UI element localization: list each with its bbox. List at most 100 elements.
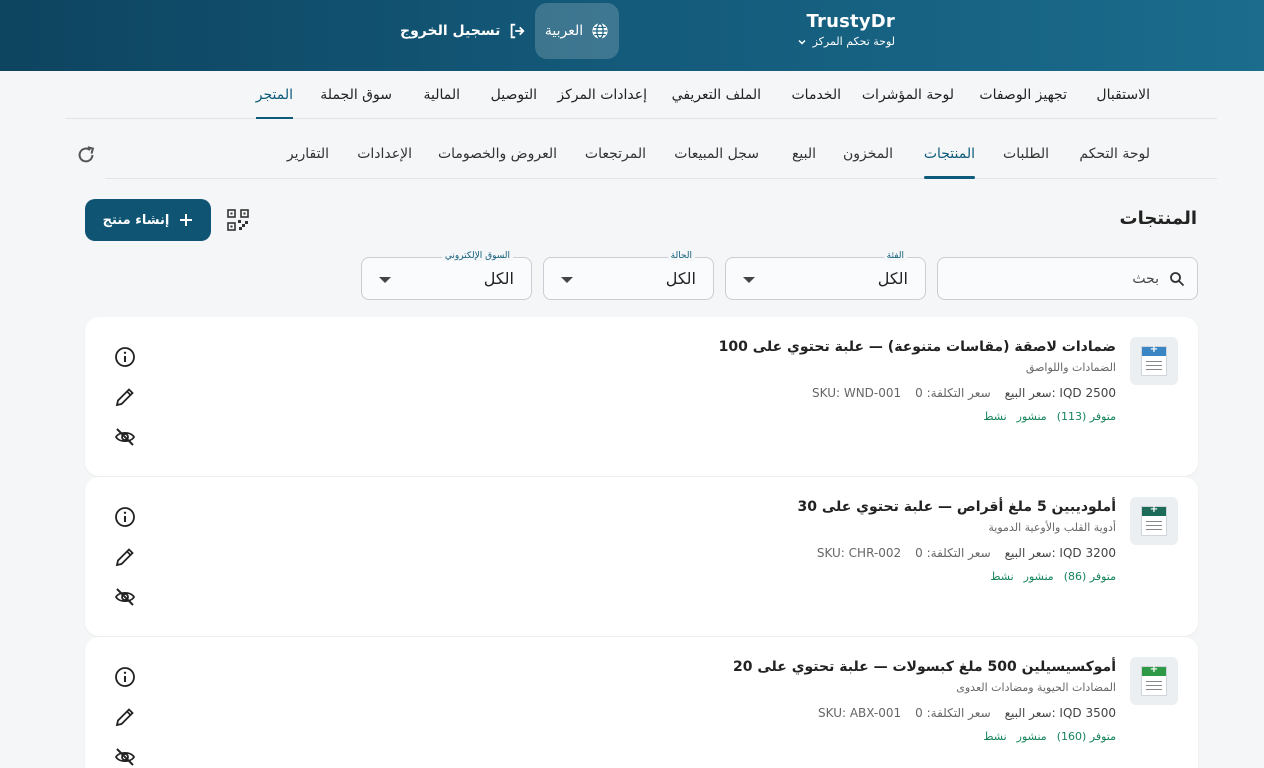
published-badge: منشور xyxy=(1023,570,1054,583)
search-input[interactable]: بحث xyxy=(937,257,1198,300)
search-icon xyxy=(1170,271,1185,286)
status-select[interactable]: الحالة الكل xyxy=(543,251,714,300)
active-badge: نشط xyxy=(983,410,1007,423)
product-name[interactable]: أملوديبين 5 ملغ أقراص — علبة تحتوي على 3… xyxy=(797,499,1116,515)
product-image xyxy=(1130,497,1178,545)
brand[interactable]: TrustyDr لوحة تحكم المركز xyxy=(793,11,895,48)
create-product-label: إنشاء منتج xyxy=(102,212,170,228)
active-badge: نشط xyxy=(983,730,1007,743)
edit-icon[interactable] xyxy=(114,386,136,408)
sub-tab-sales[interactable]: البيع xyxy=(792,131,816,178)
main-tab-center-settings[interactable]: إعدادات المركز xyxy=(557,71,647,119)
plus-icon xyxy=(180,214,193,226)
center-dropdown[interactable]: لوحة تحكم المركز xyxy=(793,35,895,48)
sub-tab-sales-log[interactable]: سجل المبيعات xyxy=(674,131,759,178)
product-category: أدوية القلب والأوعية الدموية xyxy=(988,521,1116,534)
product-name[interactable]: ضمادات لاصقة (مقاسات متنوعة) — علبة تحتو… xyxy=(719,339,1116,355)
chevron-down-icon xyxy=(798,39,806,45)
product-card[interactable]: أموكسيسيلين 500 ملغ كبسولات — علبة تحتوي… xyxy=(85,637,1198,768)
marketplace-select[interactable]: السوق الإلكتروني الكل xyxy=(361,251,532,300)
marketplace-label: السوق الإلكتروني xyxy=(441,251,513,261)
sub-nav: لوحة التحكم الطلبات المنتجات المخزون الب… xyxy=(105,131,1217,179)
product-image xyxy=(1130,657,1178,705)
caret-down-icon xyxy=(379,277,391,283)
info-icon[interactable] xyxy=(114,666,136,688)
main-tab-store[interactable]: المتجر xyxy=(255,71,294,119)
product-cost: سعر التكلفة: 0 xyxy=(915,706,991,720)
language-label: العربية xyxy=(544,23,584,39)
product-card[interactable]: ضمادات لاصقة (مقاسات متنوعة) — علبة تحتو… xyxy=(85,317,1198,476)
stock-badge: متوفر (86) xyxy=(1063,570,1116,583)
product-price: سعر البيع: IQD 3200 xyxy=(1004,546,1116,560)
status-label: الحالة xyxy=(667,251,695,261)
product-sku: SKU: WND-001 xyxy=(812,386,902,400)
visibility-off-icon[interactable] xyxy=(114,746,136,768)
visibility-off-icon[interactable] xyxy=(114,586,136,608)
edit-icon[interactable] xyxy=(114,546,136,568)
sub-tab-dashboard[interactable]: لوحة التحكم xyxy=(1079,131,1150,178)
brand-subtitle: لوحة تحكم المركز xyxy=(812,35,895,48)
category-value: الكل xyxy=(877,269,908,288)
product-image xyxy=(1130,337,1178,385)
sub-tab-orders[interactable]: الطلبات xyxy=(1003,131,1049,178)
caret-down-icon xyxy=(561,277,573,283)
main-tab-wholesale[interactable]: سوق الجملة xyxy=(320,71,392,119)
product-category: المضادات الحيوية ومضادات العدوى xyxy=(956,681,1116,694)
product-meta: سعر البيع: IQD 3200 سعر التكلفة: 0 SKU: … xyxy=(817,546,1116,560)
caret-down-icon xyxy=(743,277,755,283)
published-badge: منشور xyxy=(1016,410,1047,423)
sub-tab-products[interactable]: المنتجات xyxy=(923,131,976,179)
product-cost: سعر التكلفة: 0 xyxy=(915,546,991,560)
product-status: متوفر (113) منشور نشط xyxy=(983,410,1116,423)
stock-badge: متوفر (113) xyxy=(1056,410,1116,423)
main-tab-delivery[interactable]: التوصيل xyxy=(491,71,537,119)
refresh-icon[interactable] xyxy=(75,144,97,166)
product-card[interactable]: أملوديبين 5 ملغ أقراص — علبة تحتوي على 3… xyxy=(85,477,1198,636)
page-title: المنتجات xyxy=(1119,208,1197,229)
create-product-button[interactable]: إنشاء منتج xyxy=(85,199,211,241)
product-meta: سعر البيع: IQD 2500 سعر التكلفة: 0 SKU: … xyxy=(812,386,1116,400)
visibility-off-icon[interactable] xyxy=(114,426,136,448)
search-placeholder: بحث xyxy=(1132,270,1159,287)
logout-icon xyxy=(511,23,525,39)
main-tab-dashboard[interactable]: لوحة المؤشرات xyxy=(862,71,954,119)
sub-tab-offers[interactable]: العروض والخصومات xyxy=(438,131,557,178)
sub-tab-reports[interactable]: التقارير xyxy=(287,131,329,178)
marketplace-value: الكل xyxy=(483,269,514,288)
stock-badge: متوفر (160) xyxy=(1056,730,1116,743)
sub-tab-returns[interactable]: المرتجعات xyxy=(585,131,646,178)
product-name[interactable]: أموكسيسيلين 500 ملغ كبسولات — علبة تحتوي… xyxy=(733,659,1116,675)
main-tab-reception[interactable]: الاستقبال xyxy=(1096,71,1150,119)
main-nav: الاستقبال تجهيز الوصفات لوحة المؤشرات ال… xyxy=(65,71,1217,119)
globe-icon xyxy=(592,23,608,39)
qr-scan-icon[interactable] xyxy=(226,208,250,232)
category-label: الفئة xyxy=(883,251,907,261)
status-value: الكل xyxy=(665,269,696,288)
category-select[interactable]: الفئة الكل xyxy=(725,251,926,300)
brand-title: TrustyDr xyxy=(806,11,895,32)
main-tab-prescriptions[interactable]: تجهيز الوصفات xyxy=(979,71,1067,119)
active-badge: نشط xyxy=(990,570,1014,583)
main-tab-services[interactable]: الخدمات xyxy=(792,71,842,119)
info-icon[interactable] xyxy=(114,506,136,528)
published-badge: منشور xyxy=(1016,730,1047,743)
product-sku: SKU: ABX-001 xyxy=(818,706,902,720)
sub-tab-inventory[interactable]: المخزون xyxy=(843,131,893,178)
edit-icon[interactable] xyxy=(114,706,136,728)
product-status: متوفر (86) منشور نشط xyxy=(990,570,1116,583)
sub-tab-settings[interactable]: الإعدادات xyxy=(357,131,412,178)
product-status: متوفر (160) منشور نشط xyxy=(983,730,1116,743)
app-header: TrustyDr لوحة تحكم المركز العربية تسجيل … xyxy=(0,0,1264,71)
logout-label: تسجيل الخروج xyxy=(400,23,501,39)
product-cost: سعر التكلفة: 0 xyxy=(915,386,991,400)
product-sku: SKU: CHR-002 xyxy=(816,546,902,560)
product-meta: سعر البيع: IQD 3500 سعر التكلفة: 0 SKU: … xyxy=(818,706,1116,720)
product-price: سعر البيع: IQD 3500 xyxy=(1004,706,1116,720)
product-price: سعر البيع: IQD 2500 xyxy=(1004,386,1116,400)
main-tab-profile[interactable]: الملف التعريفي xyxy=(672,71,761,119)
main-tab-finance[interactable]: المالية xyxy=(423,71,460,119)
logout-button[interactable]: تسجيل الخروج xyxy=(400,20,526,42)
info-icon[interactable] xyxy=(114,346,136,368)
product-category: الضمادات واللواصق xyxy=(1025,361,1116,374)
language-button[interactable]: العربية xyxy=(535,3,619,59)
